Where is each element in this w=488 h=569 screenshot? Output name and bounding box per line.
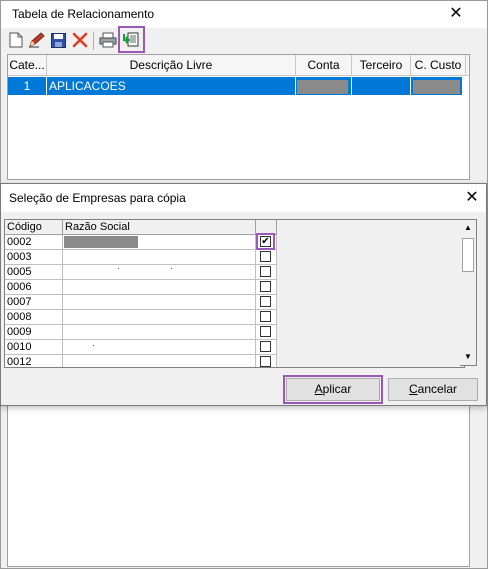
cell-razao-social <box>63 310 256 324</box>
cell-codigo: 0012 <box>5 355 63 367</box>
main-close-icon[interactable]: ✕ <box>441 1 471 27</box>
column-header-c-custo[interactable]: C. Custo <box>411 55 466 75</box>
cell-codigo: 0007 <box>5 295 63 309</box>
row-checkbox[interactable] <box>260 326 271 337</box>
cell-check <box>256 250 277 264</box>
cell-terceiro <box>352 77 411 95</box>
main-title-bar: Tabela de Relacionamento ✕ <box>1 1 487 28</box>
cell-codigo: 0006 <box>5 280 63 294</box>
companies-grid-body: Código Razão Social 0002 ✔ 0003 0005 000… <box>5 220 277 367</box>
cell-codigo: 0002 <box>5 235 63 249</box>
companies-grid: Código Razão Social 0002 ✔ 0003 0005 000… <box>4 219 465 368</box>
new-document-icon[interactable] <box>6 30 26 50</box>
cell-check <box>256 265 277 279</box>
cell-check <box>256 295 277 309</box>
cell-codigo: 0003 <box>5 250 63 264</box>
cell-razao-social <box>63 295 256 309</box>
cell-check <box>256 355 277 367</box>
cell-razao-social <box>63 250 256 264</box>
table-row[interactable]: 0006 <box>5 280 277 295</box>
redaction-speck <box>118 268 119 269</box>
cell-codigo: 0010 <box>5 340 63 354</box>
cell-razao-social <box>63 355 256 367</box>
grid-header: Cate... Descrição Livre Conta Terceiro C… <box>8 55 469 76</box>
grid-lower-area <box>7 406 470 567</box>
column-header-codigo[interactable]: Código <box>5 220 63 235</box>
column-header-categoria[interactable]: Cate... <box>8 55 47 75</box>
save-disk-icon[interactable] <box>48 30 68 50</box>
dialog-title-bar: Seleção de Empresas para cópia ✕ <box>1 184 486 212</box>
toolbar-separator <box>93 32 94 50</box>
row-checkbox[interactable] <box>260 356 271 367</box>
table-row[interactable]: 0007 <box>5 295 277 310</box>
dialog-close-icon[interactable]: ✕ <box>457 185 487 211</box>
row-checkbox[interactable] <box>260 251 271 262</box>
redaction-speck <box>171 268 172 269</box>
scroll-up-icon[interactable]: ▲ <box>460 220 476 236</box>
delete-x-icon[interactable] <box>70 30 90 50</box>
cell-razao-social <box>63 325 256 339</box>
cell-codigo: 0005 <box>5 265 63 279</box>
cell-codigo: 0008 <box>5 310 63 324</box>
row-checkbox[interactable] <box>260 281 271 292</box>
scroll-thumb[interactable] <box>462 238 474 272</box>
table-row[interactable]: 0012 <box>5 355 277 367</box>
table-row[interactable]: 0008 <box>5 310 277 325</box>
toolbar-highlight-box <box>118 26 145 53</box>
cell-check <box>256 310 277 324</box>
cell-razao-social <box>63 340 256 354</box>
redaction-speck <box>93 345 94 346</box>
column-header-descricao[interactable]: Descrição Livre <box>47 55 296 75</box>
dialog-title: Seleção de Empresas para cópia <box>9 191 186 205</box>
cell-categoria: 1 <box>8 77 47 95</box>
apply-highlight-box <box>283 375 383 404</box>
row-checkbox[interactable] <box>260 341 271 352</box>
cell-check <box>256 325 277 339</box>
cell-check <box>256 340 277 354</box>
cell-razao-social <box>63 280 256 294</box>
cell-check <box>256 280 277 294</box>
copy-companies-dialog: Seleção de Empresas para cópia ✕ Código … <box>0 183 487 406</box>
edit-pencil-icon[interactable] <box>27 30 47 50</box>
table-row[interactable]: 0009 <box>5 325 277 340</box>
vertical-scrollbar[interactable]: ▲ ▼ <box>460 219 477 366</box>
table-row[interactable]: 0003 <box>5 250 277 265</box>
column-header-conta[interactable]: Conta <box>296 55 352 75</box>
table-row[interactable]: 0010 <box>5 340 277 355</box>
cell-c-custo <box>411 77 462 95</box>
checkbox-highlight-box <box>256 233 275 250</box>
main-window-title: Tabela de Relacionamento <box>12 7 155 21</box>
cancel-button[interactable]: Cancelar <box>388 378 478 401</box>
row-checkbox[interactable] <box>260 311 271 322</box>
cell-codigo: 0009 <box>5 325 63 339</box>
relationship-grid: Cate... Descrição Livre Conta Terceiro C… <box>7 54 470 180</box>
cell-razao-social <box>63 235 256 249</box>
row-checkbox[interactable] <box>260 266 271 277</box>
redacted-block <box>64 236 138 248</box>
table-row[interactable]: 0002 ✔ <box>5 235 277 250</box>
column-header-razao-social[interactable]: Razão Social <box>63 220 256 235</box>
grid-row-selected[interactable]: 1 APLICACOES <box>8 77 462 95</box>
cell-conta <box>296 77 352 95</box>
scroll-down-icon[interactable]: ▼ <box>460 349 476 365</box>
redacted-block <box>297 80 348 94</box>
toolbar <box>1 28 487 54</box>
column-header-terceiro[interactable]: Terceiro <box>352 55 411 75</box>
redacted-block <box>413 80 460 94</box>
table-row[interactable]: 0005 <box>5 265 277 280</box>
row-checkbox[interactable] <box>260 296 271 307</box>
cell-razao-social <box>63 265 256 279</box>
print-icon[interactable] <box>98 30 118 50</box>
cell-descricao: APLICACOES <box>47 77 296 95</box>
